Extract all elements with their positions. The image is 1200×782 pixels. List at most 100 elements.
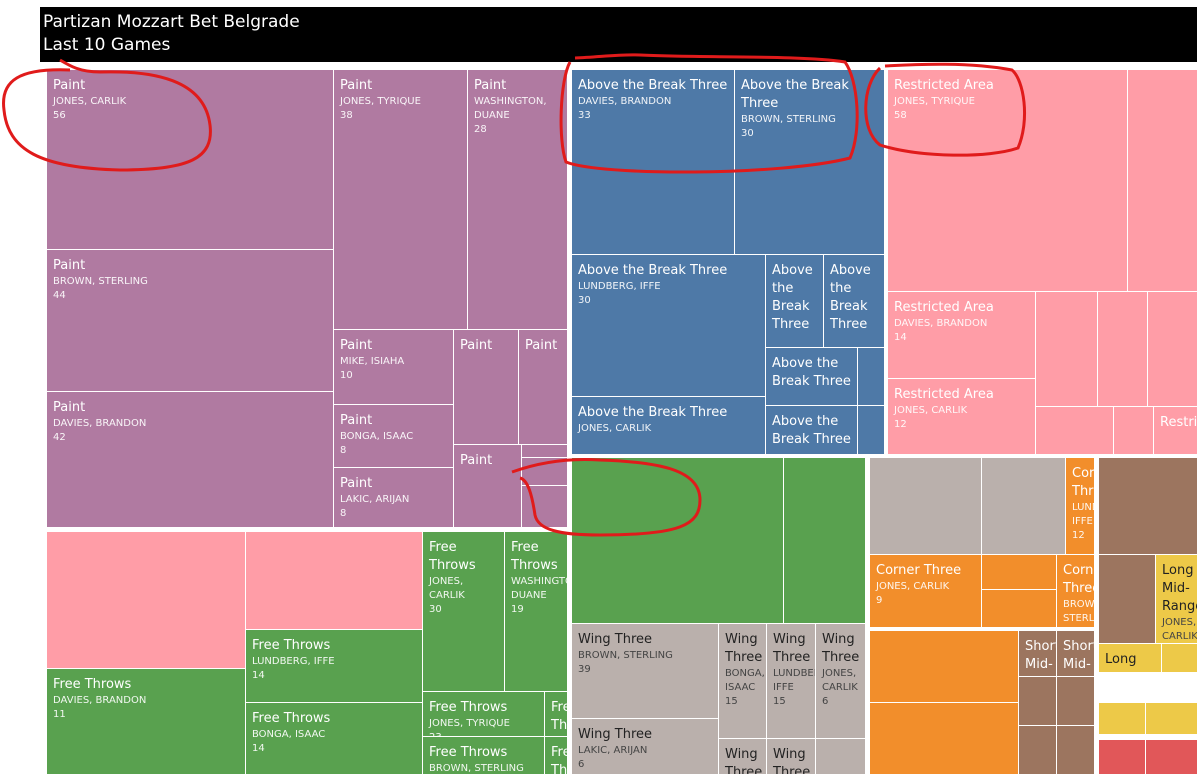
- treemap-cell: Restricted Area JONES, CARLIK 12: [888, 379, 1036, 455]
- treemap-cell: Free Throws BONGA, ISAAC 14: [246, 703, 423, 775]
- treemap-cell: Paint: [454, 330, 519, 445]
- treemap-cell: Paint: [454, 445, 522, 528]
- treemap-cell: Restricted: [1154, 407, 1198, 455]
- treemap-cell: [1099, 458, 1198, 555]
- cell-player-label: BONGA, ISAAC: [725, 668, 765, 693]
- cell-value-label: 44: [53, 290, 66, 301]
- cell-zone-label: Paint: [340, 476, 373, 491]
- treemap-cell: [1114, 407, 1154, 455]
- cell-value-label: 39: [578, 664, 591, 675]
- cell-zone-label: Above the Break Three: [772, 263, 813, 332]
- cell-player-label: JONES, CARLIK: [822, 668, 858, 693]
- cell-player-label: LAKIC, ARIJAN: [578, 745, 648, 756]
- cell-zone-label: Paint: [460, 338, 493, 353]
- cell-zone-label: Free Throws: [252, 638, 331, 653]
- treemap-cell: [1036, 292, 1098, 407]
- treemap-cell: Paint LAKIC, ARIJAN 8: [334, 468, 454, 528]
- cell-value-label: 12: [894, 419, 907, 430]
- cell-player-label: DAVIES, BRANDON: [578, 96, 672, 107]
- treemap-cell: Above the Break Three: [766, 406, 858, 455]
- cell-player-label: JONES, CARLIK: [894, 405, 968, 416]
- cell-value-label: 9: [876, 595, 883, 606]
- cell-value-label: 8: [340, 445, 347, 456]
- treemap-cell: Above the Break Three: [824, 255, 885, 348]
- cell-zone-label: Corner Three: [1072, 466, 1095, 499]
- treemap-cell: Long Mid-RangeJONES, CARLIK10: [1156, 555, 1198, 644]
- cell-player-label: WASHINGTON, DUANE: [511, 576, 567, 601]
- treemap-cell: Above the Break Three DAVIES, BRANDON 33: [572, 70, 735, 255]
- cell-zone-label: Free Throws: [551, 700, 568, 733]
- treemap-cell: [982, 590, 1057, 628]
- treemap-cell: Restricted Area DAVIES, BRANDON 14: [888, 292, 1036, 379]
- cell-player-label: JONES, CARLIK: [429, 576, 465, 601]
- cell-player-label: LUNDBERG, IFFE: [252, 656, 335, 667]
- treemap-cell: [1099, 703, 1146, 735]
- treemap-cell: [1019, 677, 1057, 726]
- cell-zone-label: Above the Break Three: [578, 263, 728, 278]
- cell-player-label: JONES, TYRIQUE: [340, 96, 421, 107]
- cell-zone-label: Free Throws: [551, 745, 568, 775]
- cell-zone-label: Above the Break Three: [741, 78, 849, 111]
- cell-value-label: 6: [578, 759, 585, 770]
- cell-player-label: JONES, TYRIQUE: [429, 718, 510, 729]
- treemap-cell: Free Throws DAVIES, BRANDON 11: [47, 669, 246, 775]
- cell-zone-label: Wing Three: [725, 747, 763, 775]
- treemap-cell: Paint JONES, TYRIQUE 38: [334, 70, 468, 330]
- cell-value-label: 30: [429, 604, 442, 615]
- cell-player-label: LUNDBERG, IFFE: [578, 281, 661, 292]
- treemap-cell: [47, 532, 246, 669]
- cell-zone-label: Above the Break Three: [830, 263, 871, 332]
- cell-value-label: 8: [340, 508, 347, 519]
- cell-player-label: BROWN, STERLING: [429, 763, 524, 774]
- cell-zone-label: Free Throws: [252, 711, 331, 726]
- cell-zone-label: Corner Three: [1063, 563, 1094, 596]
- cell-zone-label: Paint: [460, 453, 493, 468]
- cell-value-label: 15: [725, 696, 738, 707]
- cell-value-label: 19: [511, 604, 524, 615]
- cell-zone-label: Paint: [525, 338, 558, 353]
- cell-zone-label: Restricted Area: [894, 300, 994, 315]
- cell-zone-label: Above the Break Three: [772, 356, 851, 389]
- treemap-cell: [870, 631, 1019, 703]
- cell-zone-label: Corner Three: [876, 563, 962, 578]
- treemap-cell: Above the Break Three JONES, CARLIK: [572, 397, 766, 455]
- treemap-cell: [870, 458, 982, 555]
- cell-zone-label: Long: [1105, 652, 1137, 667]
- treemap-cell: Free Throws LUNDBERG, IFFE 14: [246, 630, 423, 703]
- cell-player-label: BROWN, STERLING: [741, 114, 836, 125]
- cell-zone-label: Free Throws: [429, 745, 508, 760]
- treemap-cell: Wing Three BONGA, ISAAC 15: [719, 624, 767, 739]
- cell-zone-label: Wing Three: [822, 632, 860, 665]
- cell-player-label: JONES, CARLIK: [578, 423, 652, 434]
- treemap: Paint JONES, CARLIK 56 Paint JONES, TYRIQUE 3…: [0, 0, 1200, 782]
- cell-player-label: BONGA, ISAAC: [340, 431, 414, 442]
- treemap-cell: Paint MIKE, ISIAHA 10: [334, 330, 454, 405]
- cell-zone-label: Short Mid-Range: [1063, 639, 1095, 676]
- treemap-cell: [1036, 407, 1114, 455]
- cell-zone-label: Wing Three: [773, 747, 811, 775]
- treemap-cell: Above the Break Three BROWN, STERLING 30: [735, 70, 885, 255]
- cell-player-label: BROWN, STERLING: [1063, 599, 1095, 624]
- treemap-cell: [522, 486, 568, 528]
- cell-player-label: DAVIES, BRANDON: [53, 695, 147, 706]
- treemap-cell: Paint DAVIES, BRANDON 42: [47, 392, 334, 528]
- cell-zone-label: Paint: [53, 78, 86, 93]
- treemap-cell: Wing Three LAKIC, ARIJAN 6: [572, 719, 719, 775]
- treemap-cell: Free ThrowsJONES, TYRIQUE23: [423, 692, 545, 737]
- cell-player-label: BROWN, STERLING: [578, 650, 673, 661]
- cell-player-label: JONES, CARLIK: [53, 96, 127, 107]
- treemap-cell: Above the Break Three: [766, 348, 858, 406]
- treemap-cell: Above the Break Three: [766, 255, 824, 348]
- cell-player-label: LUNDBERG, IFFE: [1072, 502, 1094, 527]
- cell-player-label: WASHINGTON, DUANE: [474, 96, 547, 121]
- cell-player-label: BROWN, STERLING: [53, 276, 148, 287]
- treemap-cell: Paint BROWN, STERLING 44: [47, 250, 334, 392]
- cell-zone-label: Paint: [474, 78, 507, 93]
- cell-value-label: 38: [340, 110, 353, 121]
- cell-value-label: 9: [1059, 626, 1092, 627]
- treemap-cell: Corner Three JONES, CARLIK 9: [870, 555, 982, 628]
- cell-zone-label: Wing Three: [773, 632, 811, 665]
- treemap-cell: [522, 458, 568, 486]
- cell-value-label: 42: [53, 432, 66, 443]
- cell-zone-label: Above the Break Three: [772, 414, 851, 447]
